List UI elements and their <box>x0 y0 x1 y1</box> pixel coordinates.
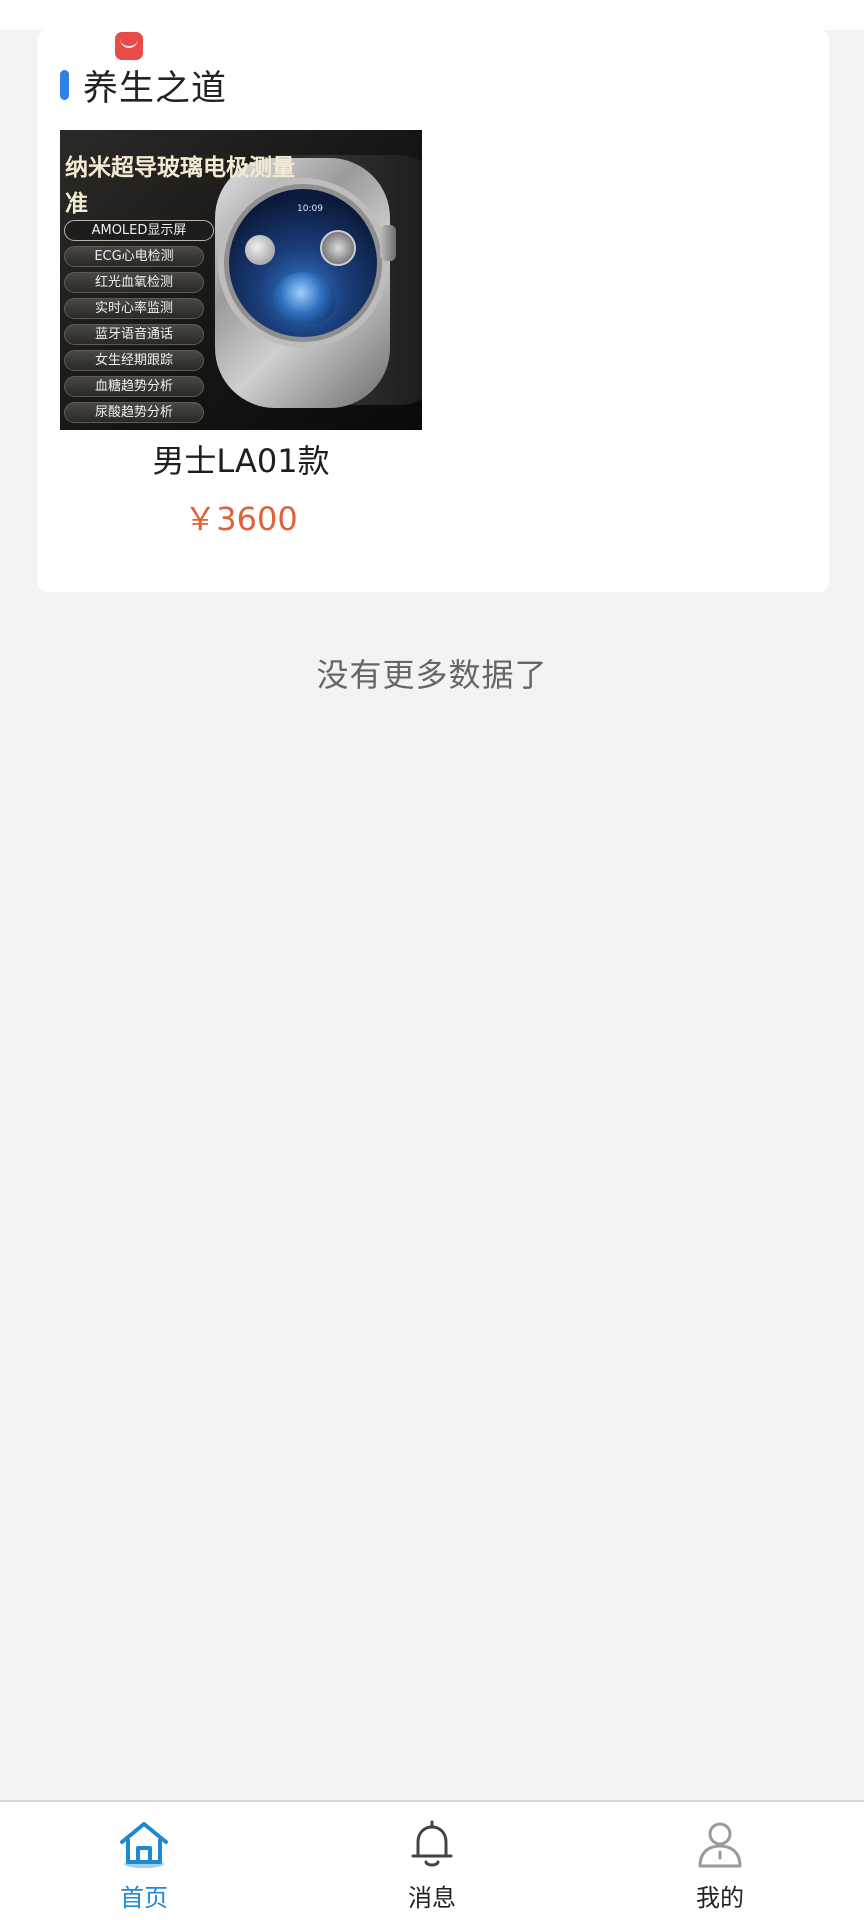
product-name[interactable]: 男士LA01款 <box>60 436 422 482</box>
status-bar <box>0 0 864 30</box>
section-card: 养生之道 10:09 纳米超导玻璃电极测量准 AMOLED显示屏 ECG心电检测… <box>37 30 829 592</box>
watch-moon <box>245 235 275 265</box>
feature-pill: 红光血氧检测 <box>64 272 204 293</box>
product-image[interactable]: 10:09 纳米超导玻璃电极测量准 AMOLED显示屏 ECG心电检测 红光血氧… <box>60 130 422 430</box>
nav-label-messages: 消息 <box>408 1884 456 1912</box>
feature-pill: AMOLED显示屏 <box>64 220 214 241</box>
app-logo-icon <box>115 32 143 60</box>
nav-label-profile: 我的 <box>696 1884 744 1912</box>
nav-item-messages[interactable]: 消息 <box>288 1802 576 1920</box>
home-icon <box>120 1822 168 1868</box>
feature-pill: 蓝牙语音通话 <box>64 324 204 345</box>
watch-earth <box>273 272 335 324</box>
nav-label-home: 首页 <box>120 1884 168 1912</box>
section-header: 养生之道 <box>60 60 227 110</box>
product-card[interactable]: 10:09 纳米超导玻璃电极测量准 AMOLED显示屏 ECG心电检测 红光血氧… <box>60 130 422 540</box>
feature-pill: ECG心电检测 <box>64 246 204 267</box>
nav-item-home[interactable]: 首页 <box>0 1802 288 1920</box>
bell-icon <box>411 1820 453 1867</box>
list-end-text: 没有更多数据了 <box>316 656 548 694</box>
image-headline: 纳米超导玻璃电极测量准 <box>65 155 295 217</box>
watch-subdial <box>320 230 356 266</box>
nav-item-profile[interactable]: 我的 <box>576 1802 864 1920</box>
app-logo-mark <box>120 38 138 48</box>
section-title: 养生之道 <box>83 68 228 109</box>
section-accent-bar <box>60 70 69 100</box>
feature-pill: 女生经期跟踪 <box>64 350 204 371</box>
watch-crown <box>380 225 396 261</box>
feature-pill: 血糖趋势分析 <box>64 376 204 397</box>
feature-list: AMOLED显示屏 ECG心电检测 红光血氧检测 实时心率监测 蓝牙语音通话 女… <box>64 220 224 428</box>
person-icon <box>698 1822 742 1868</box>
watch-time: 10:09 <box>297 204 323 214</box>
feature-pill: 实时心率监测 <box>64 298 204 319</box>
feature-pill: 尿酸趋势分析 <box>64 402 204 423</box>
bottom-nav: 首页 消息 我的 <box>0 1800 864 1920</box>
product-price: ￥3600 <box>184 500 298 538</box>
